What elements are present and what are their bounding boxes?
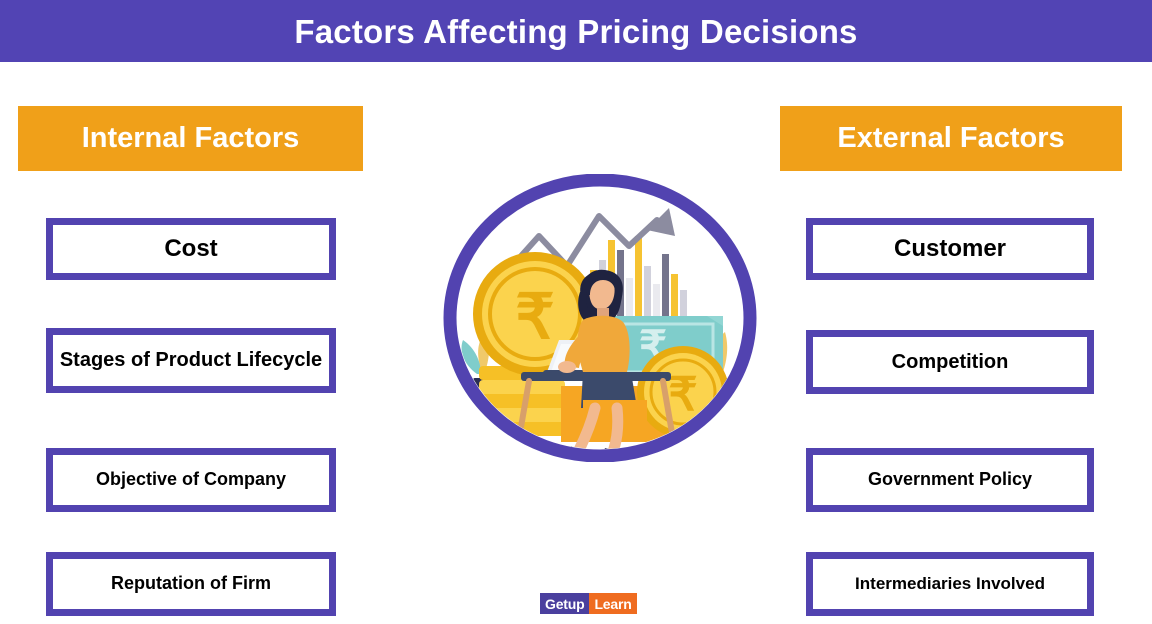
factor-box-internal-2[interactable]: Stages of Product Lifecycle [46,328,336,393]
internal-factors-header: Internal Factors [18,106,363,171]
brand-logo-part-getup: Getup [540,593,590,614]
page-title: Factors Affecting Pricing Decisions [294,12,858,50]
internal-factors-heading-label: Internal Factors [81,122,300,154]
factor-label-external-2: Competition [891,350,1009,373]
factor-label-internal-4: Reputation of Firm [111,573,271,594]
rupee-coin-small: ₹ [637,346,729,438]
factor-label-internal-1: Cost [164,235,218,263]
factor-box-external-1[interactable]: Customer [806,218,1094,280]
factor-box-external-2[interactable]: Competition [806,330,1094,394]
factor-box-external-3[interactable]: Government Policy [806,448,1094,512]
factor-box-external-4[interactable]: Intermediaries Involved [806,552,1094,616]
factor-label-external-3: Government Policy [867,469,1033,490]
factor-label-external-1: Customer [893,235,1007,263]
brand-logo-part-learn: Learn [589,593,637,614]
pricing-illustration: ₹ ₹ ₹ [443,174,757,462]
svg-text:₹: ₹ [668,368,697,420]
brand-logo: Getup Learn [540,593,637,614]
page-title-banner: Factors Affecting Pricing Decisions [0,0,1152,62]
svg-text:₹: ₹ [515,283,554,352]
factor-label-external-4: Intermediaries Involved [855,573,1045,593]
factor-box-internal-3[interactable]: Objective of Company [46,448,336,512]
factor-box-internal-1[interactable]: Cost [46,218,336,280]
external-factors-heading-label: External Factors [837,122,1065,154]
factor-label-internal-3: Objective of Company [95,469,287,490]
external-factors-header: External Factors [780,106,1122,171]
factor-label-internal-2: Stages of Product Lifecycle [59,349,323,372]
factor-box-internal-4[interactable]: Reputation of Firm [46,552,336,616]
